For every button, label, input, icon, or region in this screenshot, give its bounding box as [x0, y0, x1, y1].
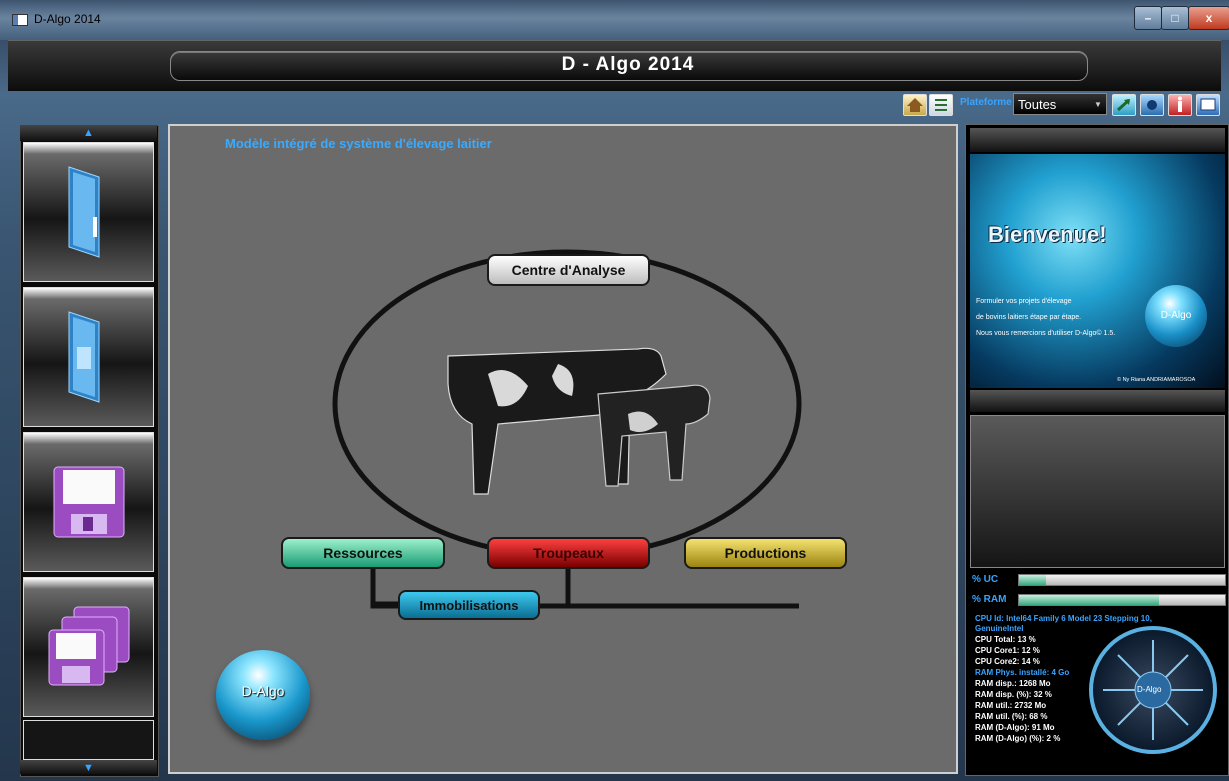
ressources-node[interactable]: Ressources: [281, 537, 445, 569]
scroll-down-button[interactable]: ▼: [20, 760, 157, 774]
cpu-core2: CPU Core2: 14 %: [975, 657, 1040, 666]
sidebar-button-partial[interactable]: [23, 720, 154, 760]
right-panel-header: [970, 128, 1225, 152]
save-as-button[interactable]: [23, 577, 154, 717]
ram-util-pct: RAM util. (%): 68 %: [975, 712, 1048, 721]
minimize-button[interactable]: –: [1134, 6, 1162, 30]
ram-usage-fill: [1019, 595, 1160, 605]
maximize-button[interactable]: □: [1161, 6, 1189, 30]
app-icon: [12, 14, 28, 26]
ram-util: RAM util.: 2732 Mo: [975, 701, 1047, 710]
fan-logo-text: D-Algo: [1137, 685, 1162, 694]
open-project-folder-icon: [68, 311, 99, 403]
new-project-button[interactable]: [23, 142, 154, 282]
save-disk-icon: [53, 466, 124, 538]
platform-label: Plateforme: [960, 97, 1012, 108]
ram-dalgo: RAM (D-Algo): 91 Mo: [975, 723, 1055, 732]
platform-select[interactable]: Toutes: [1013, 93, 1107, 115]
welcome-line-3: Nous vous remercions d'utiliser D-Algo© …: [976, 330, 1116, 337]
chevron-down-icon: ▼: [83, 762, 94, 774]
productions-node[interactable]: Productions: [684, 537, 847, 569]
window-title: D-Algo 2014: [34, 12, 101, 26]
home-icon[interactable]: [903, 94, 927, 116]
info-icon[interactable]: [1168, 94, 1192, 116]
cpu-core1: CPU Core1: 12 %: [975, 646, 1040, 655]
welcome-credit: © Ny Riana ANDRIAMAROSOA: [1117, 377, 1196, 383]
welcome-line-2: de bovins laitiers étape par étape.: [976, 314, 1082, 321]
centre-analyse-node[interactable]: Centre d'Analyse: [487, 254, 650, 286]
cpu-vendor: GenuineIntel: [975, 624, 1024, 633]
ram-disp: RAM disp.: 1268 Mo: [975, 679, 1051, 688]
welcome-banner: [970, 154, 1225, 388]
ram-dalgo-pct: RAM (D-Algo) (%): 2 %: [975, 734, 1061, 743]
immobilisations-node[interactable]: Immobilisations: [398, 590, 540, 620]
welcome-logo-text: D-Algo: [1160, 310, 1192, 321]
cpu-usage-fill: [1019, 575, 1046, 585]
ram-phys: RAM Phys. installé: 4 Go: [975, 668, 1070, 677]
app-title: D - Algo 2014: [561, 54, 695, 75]
chevron-down-icon: ▼: [1094, 100, 1102, 109]
display-icon[interactable]: [1196, 94, 1220, 116]
ram-usage-label: % RAM: [972, 594, 1007, 605]
cow-illustration: [447, 347, 711, 495]
ram-usage-bar: [1018, 594, 1226, 606]
window-titlebar[interactable]: [0, 0, 1229, 40]
checklist-icon[interactable]: [929, 94, 953, 116]
save-button[interactable]: [23, 432, 154, 572]
cpu-usage-label: % UC: [972, 574, 999, 585]
scroll-up-button[interactable]: ▲: [20, 125, 157, 141]
save-as-disks-icon: [48, 606, 129, 686]
troupeaux-node[interactable]: Troupeaux: [487, 537, 650, 569]
settings-icon[interactable]: [1140, 94, 1164, 116]
welcome-line-1: Formuler vos projets d'élevage: [976, 298, 1072, 305]
chevron-up-icon: ▲: [83, 127, 94, 139]
cpu-total: CPU Total: 13 %: [975, 635, 1036, 644]
right-panel-divider: [970, 390, 1225, 412]
cpu-id: CPU Id: Intel64 Family 6 Model 23 Steppi…: [975, 614, 1152, 623]
welcome-title: Bienvenue!: [988, 222, 1107, 247]
cpu-usage-bar: [1018, 574, 1226, 586]
close-button[interactable]: x: [1188, 6, 1229, 30]
dalgo-logo-text: D-Algo: [241, 683, 285, 699]
export-icon[interactable]: [1112, 94, 1136, 116]
right-panel-empty-box: [970, 415, 1225, 568]
ram-disp-pct: RAM disp. (%): 32 %: [975, 690, 1052, 699]
new-project-folder-icon: [68, 166, 99, 258]
open-project-button[interactable]: [23, 287, 154, 427]
